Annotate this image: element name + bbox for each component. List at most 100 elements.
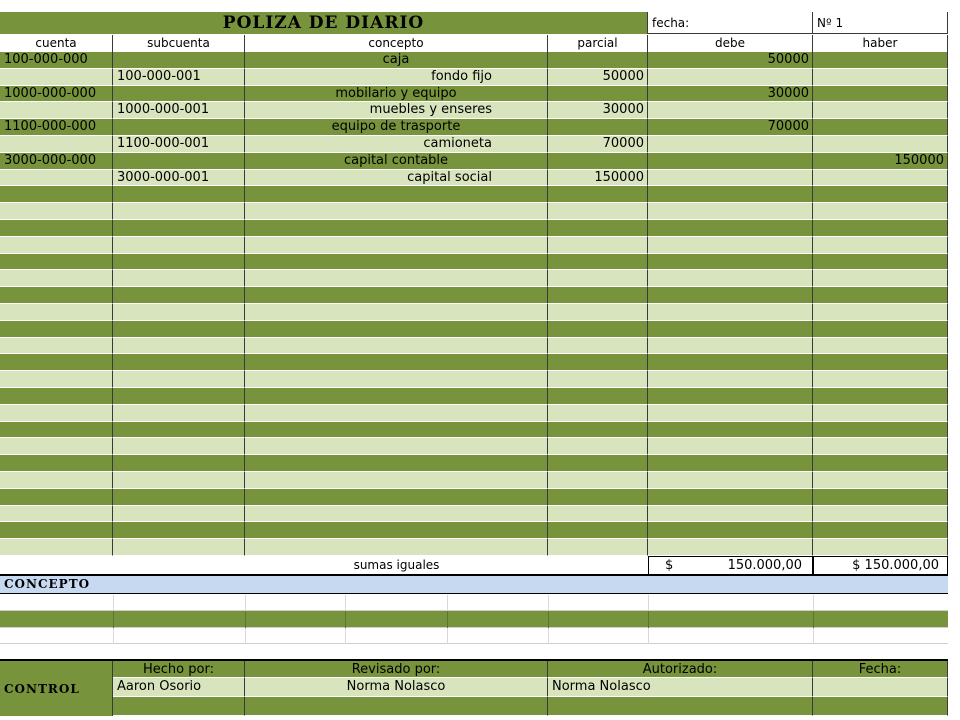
empty-cell[interactable]: [813, 236, 948, 254]
empty-cell[interactable]: [648, 472, 813, 489]
cell-parcial[interactable]: [548, 52, 648, 69]
cell-subcuenta[interactable]: [113, 85, 245, 103]
empty-cell[interactable]: [548, 354, 648, 372]
empty-cell[interactable]: [113, 220, 245, 237]
empty-cell[interactable]: [548, 371, 648, 388]
empty-cell[interactable]: [0, 203, 113, 220]
empty-cell[interactable]: [548, 438, 648, 456]
concepto-line[interactable]: [0, 611, 948, 628]
empty-cell[interactable]: [648, 253, 813, 271]
empty-cell[interactable]: [245, 388, 548, 405]
empty-cell[interactable]: [648, 404, 813, 422]
cell-haber[interactable]: [813, 136, 948, 153]
cell-haber[interactable]: [813, 85, 948, 103]
empty-cell[interactable]: [548, 270, 648, 288]
empty-cell[interactable]: [548, 505, 648, 523]
empty-cell[interactable]: [113, 388, 245, 405]
cell-subcuenta[interactable]: [113, 152, 245, 170]
empty-cell[interactable]: [0, 472, 113, 489]
cell-parcial[interactable]: [548, 119, 648, 136]
empty-cell[interactable]: [548, 304, 648, 321]
empty-cell[interactable]: [113, 404, 245, 422]
empty-cell[interactable]: [113, 236, 245, 254]
empty-cell[interactable]: [0, 505, 113, 523]
empty-cell[interactable]: [245, 270, 548, 288]
empty-cell[interactable]: [245, 337, 548, 355]
cell-debe[interactable]: [648, 169, 813, 187]
empty-cell[interactable]: [813, 488, 948, 506]
autorizado-value[interactable]: Norma Nolasco: [548, 678, 813, 697]
empty-cell[interactable]: [245, 354, 548, 372]
empty-cell[interactable]: [245, 438, 548, 456]
column-header-debe[interactable]: debe: [648, 35, 813, 52]
cell-subcuenta[interactable]: 1000-000-001: [113, 102, 245, 120]
empty-cell[interactable]: [548, 287, 648, 304]
empty-cell[interactable]: [548, 203, 648, 220]
empty-cell[interactable]: [0, 488, 113, 506]
empty-cell[interactable]: [245, 320, 548, 338]
cell-debe[interactable]: 70000: [648, 119, 813, 136]
empty-cell[interactable]: [548, 522, 648, 540]
totals-debe-cell[interactable]: $ 150.000,00: [648, 556, 813, 575]
empty-cell[interactable]: [548, 488, 648, 506]
empty-cell[interactable]: [813, 304, 948, 321]
empty-cell[interactable]: [245, 220, 548, 237]
cell-subcuenta[interactable]: [113, 52, 245, 69]
cell-concepto[interactable]: camioneta: [245, 136, 548, 153]
concepto-line[interactable]: [0, 644, 948, 659]
cell-cuenta[interactable]: 1000-000-000: [0, 85, 113, 103]
column-header-subcuenta[interactable]: subcuenta: [113, 35, 245, 52]
empty-cell[interactable]: [113, 320, 245, 338]
empty-cell[interactable]: [548, 388, 648, 405]
empty-cell[interactable]: [648, 354, 813, 372]
empty-cell[interactable]: [0, 404, 113, 422]
cell-concepto[interactable]: mobilario y equipo: [245, 85, 548, 103]
empty-cell[interactable]: [0, 421, 113, 439]
empty-cell[interactable]: [0, 337, 113, 355]
empty-cell[interactable]: [113, 270, 245, 288]
empty-cell[interactable]: [113, 488, 245, 506]
cell-haber[interactable]: [813, 52, 948, 69]
cell-parcial[interactable]: [548, 85, 648, 103]
empty-cell[interactable]: [813, 438, 948, 456]
cell-parcial[interactable]: 70000: [548, 136, 648, 153]
empty-cell[interactable]: [245, 186, 548, 204]
cell-debe[interactable]: 30000: [648, 85, 813, 103]
cell-debe[interactable]: [648, 68, 813, 86]
empty-cell[interactable]: [548, 421, 648, 439]
cell-cuenta[interactable]: [0, 136, 113, 153]
empty-cell[interactable]: [113, 455, 245, 472]
empty-cell[interactable]: [548, 455, 648, 472]
cell-haber[interactable]: [813, 119, 948, 136]
empty-cell[interactable]: [0, 270, 113, 288]
empty-cell[interactable]: [648, 203, 813, 220]
empty-cell[interactable]: [648, 220, 813, 237]
empty-cell[interactable]: [0, 320, 113, 338]
empty-cell[interactable]: [813, 455, 948, 472]
cell-cuenta[interactable]: 1100-000-000: [0, 119, 113, 136]
column-header-cuenta[interactable]: cuenta: [0, 35, 113, 52]
empty-cell[interactable]: [113, 522, 245, 540]
cell-cuenta[interactable]: [0, 169, 113, 187]
empty-cell[interactable]: [113, 287, 245, 304]
empty-cell[interactable]: [813, 472, 948, 489]
empty-cell[interactable]: [113, 203, 245, 220]
totals-haber[interactable]: $ 150.000,00: [813, 556, 948, 575]
hecho-value[interactable]: Aaron Osorio: [113, 678, 245, 697]
empty-cell[interactable]: [0, 388, 113, 405]
empty-cell[interactable]: [0, 186, 113, 204]
cell-parcial[interactable]: 30000: [548, 102, 648, 120]
empty-cell[interactable]: [0, 304, 113, 321]
column-header-concepto[interactable]: concepto: [245, 35, 548, 52]
empty-cell[interactable]: [813, 253, 948, 271]
cell-debe[interactable]: [648, 152, 813, 170]
empty-cell[interactable]: [245, 472, 548, 489]
empty-cell[interactable]: [0, 220, 113, 237]
cell-parcial[interactable]: 150000: [548, 169, 648, 187]
empty-cell[interactable]: [113, 539, 245, 556]
empty-cell[interactable]: [648, 304, 813, 321]
empty-cell[interactable]: [813, 421, 948, 439]
empty-cell[interactable]: [548, 186, 648, 204]
cell-concepto[interactable]: capital contable: [245, 152, 548, 170]
cell-cuenta[interactable]: 3000-000-000: [0, 152, 113, 170]
